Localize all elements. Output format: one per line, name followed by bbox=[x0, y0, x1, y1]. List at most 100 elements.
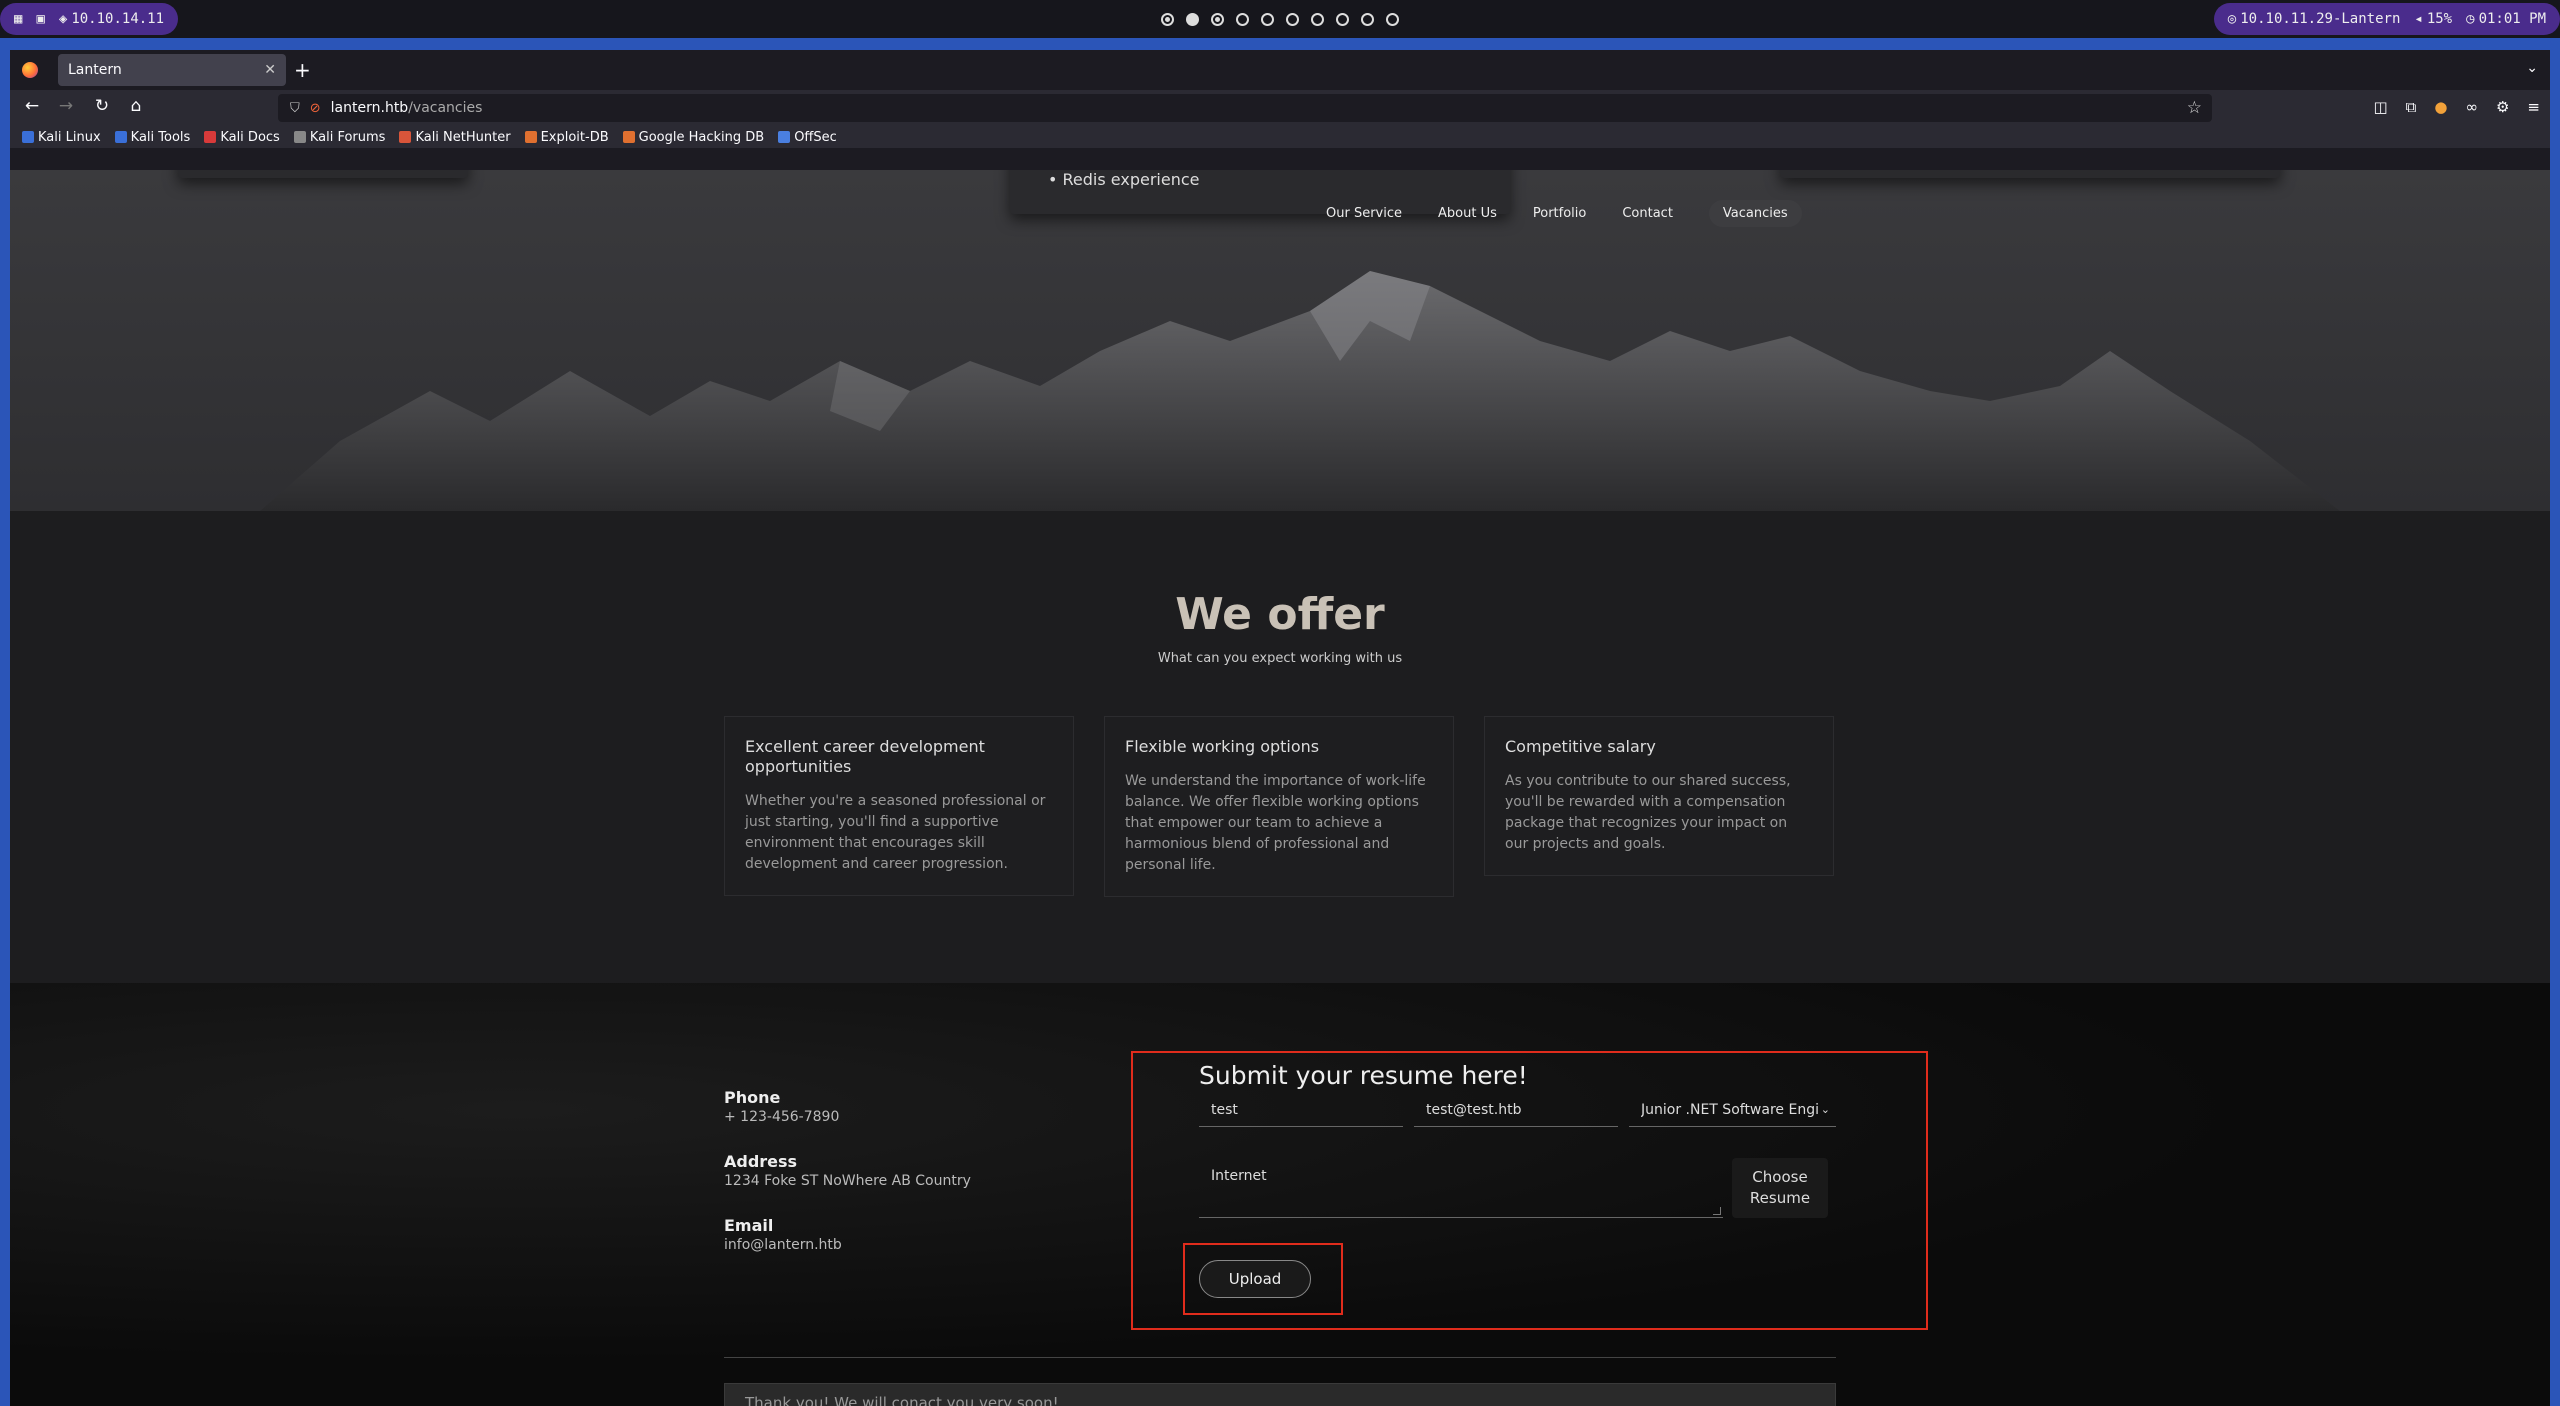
offer-card-text: As you contribute to our shared success,… bbox=[1505, 773, 1791, 852]
target-ip: ◎ 10.10.11.29-Lantern bbox=[2227, 11, 2401, 27]
vacancy-select[interactable]: Junior .NET Software Engi ⌄ bbox=[1629, 1093, 1836, 1127]
requirement-item: • Redis experience bbox=[1048, 170, 1200, 189]
bookmark-kali-nethunter[interactable]: Kali NetHunter bbox=[399, 129, 511, 145]
foxyproxy-icon[interactable]: ∞ bbox=[2465, 98, 2478, 116]
toolbar-right: ◫ ⧉ ● ∞ ⚙ ≡ bbox=[2373, 98, 2540, 116]
chevron-down-icon[interactable]: ⌄ bbox=[2526, 60, 2538, 76]
workspace-2[interactable] bbox=[1186, 12, 1199, 26]
bookmark-exploit-db[interactable]: Exploit-DB bbox=[524, 130, 609, 145]
vacancy-card-left bbox=[178, 170, 468, 178]
burp-extension-icon[interactable]: ● bbox=[2434, 98, 2447, 116]
back-icon[interactable]: ← bbox=[20, 96, 44, 116]
clock-icon: ◷ bbox=[2466, 11, 2475, 27]
bookmark-label: Kali Linux bbox=[38, 129, 101, 145]
new-tab-icon[interactable]: + bbox=[294, 58, 311, 82]
workspace-7[interactable] bbox=[1311, 12, 1324, 26]
offer-card-flexible: Flexible working options We understand t… bbox=[1104, 716, 1454, 897]
address-block: Address 1234 Foke ST NoWhere AB Country bbox=[724, 1152, 971, 1189]
desktop-top-panel: ▦ ▣ ◈ 10.10.14.11 ◎ 10.10.11.29-Lantern ◂ 1… bbox=[0, 0, 2560, 38]
bookmark-kali-forums[interactable]: Kali Forums bbox=[293, 129, 386, 145]
vacancy-card-right bbox=[1780, 170, 2280, 178]
email-block: Email info@lantern.htb bbox=[724, 1216, 842, 1253]
bookmark-label: Kali NetHunter bbox=[415, 129, 511, 145]
offer-title: We offer bbox=[1175, 589, 1385, 640]
bookmark-favicon-icon bbox=[524, 131, 537, 143]
workspace-1[interactable] bbox=[1161, 12, 1174, 26]
choose-resume-button[interactable]: Choose Resume bbox=[1732, 1158, 1828, 1218]
bookmark-offsec[interactable]: OffSec bbox=[778, 130, 837, 145]
forward-icon[interactable]: → bbox=[54, 96, 78, 116]
address-value: 1234 Foke ST NoWhere AB Country bbox=[724, 1173, 971, 1189]
contact-section: Phone + 123-456-7890 Address 1234 Foke S… bbox=[10, 983, 2550, 1406]
tab-title: Lantern bbox=[68, 62, 122, 78]
bookmark-star-icon[interactable]: ☆ bbox=[2187, 98, 2202, 118]
email-value: info@lantern.htb bbox=[724, 1237, 842, 1253]
nav-vacancies[interactable]: Vacancies bbox=[1708, 200, 1802, 227]
offer-card-title: Excellent career development opportuniti… bbox=[745, 737, 985, 776]
url-path: /vacancies bbox=[408, 100, 483, 116]
resume-form-title: Submit your resume here! bbox=[1199, 1061, 1528, 1090]
vpn-ip: ◈ 10.10.14.11 bbox=[58, 11, 165, 27]
insecure-lock-icon[interactable]: ⊘ bbox=[310, 101, 321, 116]
bookmark-label: Kali Tools bbox=[130, 129, 191, 145]
window-icon[interactable]: ▣ bbox=[36, 11, 44, 27]
workspace-4[interactable] bbox=[1236, 12, 1249, 26]
nav-contact[interactable]: Contact bbox=[1622, 206, 1673, 221]
volume[interactable]: ◂ 15% bbox=[2414, 11, 2452, 27]
bookmark-favicon-icon bbox=[22, 131, 34, 143]
bookmark-favicon-icon bbox=[293, 131, 306, 143]
reload-icon[interactable]: ↻ bbox=[90, 96, 114, 116]
section-divider bbox=[724, 1357, 1836, 1358]
close-icon[interactable]: ✕ bbox=[264, 62, 276, 78]
bookmark-google-hacking-db[interactable]: Google Hacking DB bbox=[622, 130, 764, 145]
offer-card-career: Excellent career development opportuniti… bbox=[724, 716, 1074, 896]
bookmark-label: Kali Forums bbox=[309, 129, 386, 145]
firefox-icon[interactable] bbox=[22, 62, 38, 78]
bookmark-favicon-icon bbox=[778, 131, 791, 143]
vacancy-selected: Junior .NET Software Engi bbox=[1641, 1101, 1819, 1118]
workspace-9[interactable] bbox=[1361, 12, 1374, 26]
workspace-3[interactable] bbox=[1211, 12, 1224, 26]
tab-lantern[interactable]: Lantern ✕ bbox=[58, 54, 286, 86]
bookmark-kali-linux[interactable]: Kali Linux bbox=[22, 130, 101, 145]
email-label: Email bbox=[724, 1216, 774, 1235]
workspace-6[interactable] bbox=[1286, 12, 1299, 26]
bookmark-favicon-icon bbox=[204, 131, 217, 143]
phone-block: Phone + 123-456-7890 bbox=[724, 1088, 839, 1125]
bookmark-kali-docs[interactable]: Kali Docs bbox=[204, 130, 280, 145]
hero-section: • Redis experience Our Service About Us … bbox=[10, 170, 2550, 511]
offer-card-salary: Competitive salary As you contribute to … bbox=[1484, 716, 1834, 876]
home-icon[interactable]: ⌂ bbox=[124, 96, 148, 116]
tracking-shield-icon[interactable]: ⛉ bbox=[290, 101, 300, 116]
offer-subtitle: What can you expect working with us bbox=[1157, 651, 1403, 666]
url-bar[interactable]: ⛉ ⊘ lantern.htb/vacancies ☆ bbox=[278, 94, 2212, 122]
we-offer-section: We offer What can you expect working wit… bbox=[10, 511, 2550, 983]
settings-icon[interactable]: ⚙ bbox=[2496, 98, 2509, 116]
browser-window: Lantern ✕ + ⌄ ← → ↻ ⌂ ⛉ ⊘ lantern.htb/va… bbox=[10, 50, 2550, 1406]
nav-about-us[interactable]: About Us bbox=[1438, 206, 1497, 221]
bookmark-kali-tools[interactable]: Kali Tools bbox=[114, 129, 191, 145]
submit-success-message: Thank you! We will conact you very soon! bbox=[724, 1383, 1836, 1406]
menu-grid-icon[interactable]: ▦ bbox=[14, 11, 22, 27]
resize-grip-icon[interactable] bbox=[1713, 1207, 1721, 1215]
extensions-icon[interactable]: ⧉ bbox=[2406, 98, 2417, 116]
workspace-10[interactable] bbox=[1386, 12, 1399, 26]
tab-bar: Lantern ✕ + ⌄ bbox=[10, 50, 2550, 90]
nav-our-service[interactable]: Our Service bbox=[1326, 206, 1402, 221]
url-host: lantern.htb bbox=[330, 100, 409, 116]
message-textarea[interactable]: Internet bbox=[1199, 1158, 1723, 1218]
offer-card-text: Whether you're a seasoned professional o… bbox=[745, 793, 1046, 872]
phone-label: Phone bbox=[724, 1088, 781, 1107]
nav-portfolio[interactable]: Portfolio bbox=[1533, 206, 1586, 221]
shield-icon: ◈ bbox=[58, 11, 68, 27]
site-nav: Our Service About Us Portfolio Contact V… bbox=[1326, 200, 1802, 227]
target-icon: ◎ bbox=[2227, 11, 2237, 27]
workspace-5[interactable] bbox=[1261, 12, 1274, 26]
pocket-icon[interactable]: ◫ bbox=[2373, 98, 2387, 116]
hamburger-menu-icon[interactable]: ≡ bbox=[2527, 98, 2540, 116]
mountain-illustration bbox=[260, 271, 2340, 511]
upload-button[interactable]: Upload bbox=[1199, 1260, 1311, 1298]
workspace-8[interactable] bbox=[1336, 12, 1349, 26]
name-input[interactable]: test bbox=[1199, 1093, 1403, 1127]
email-input[interactable]: test@test.htb bbox=[1414, 1093, 1618, 1127]
